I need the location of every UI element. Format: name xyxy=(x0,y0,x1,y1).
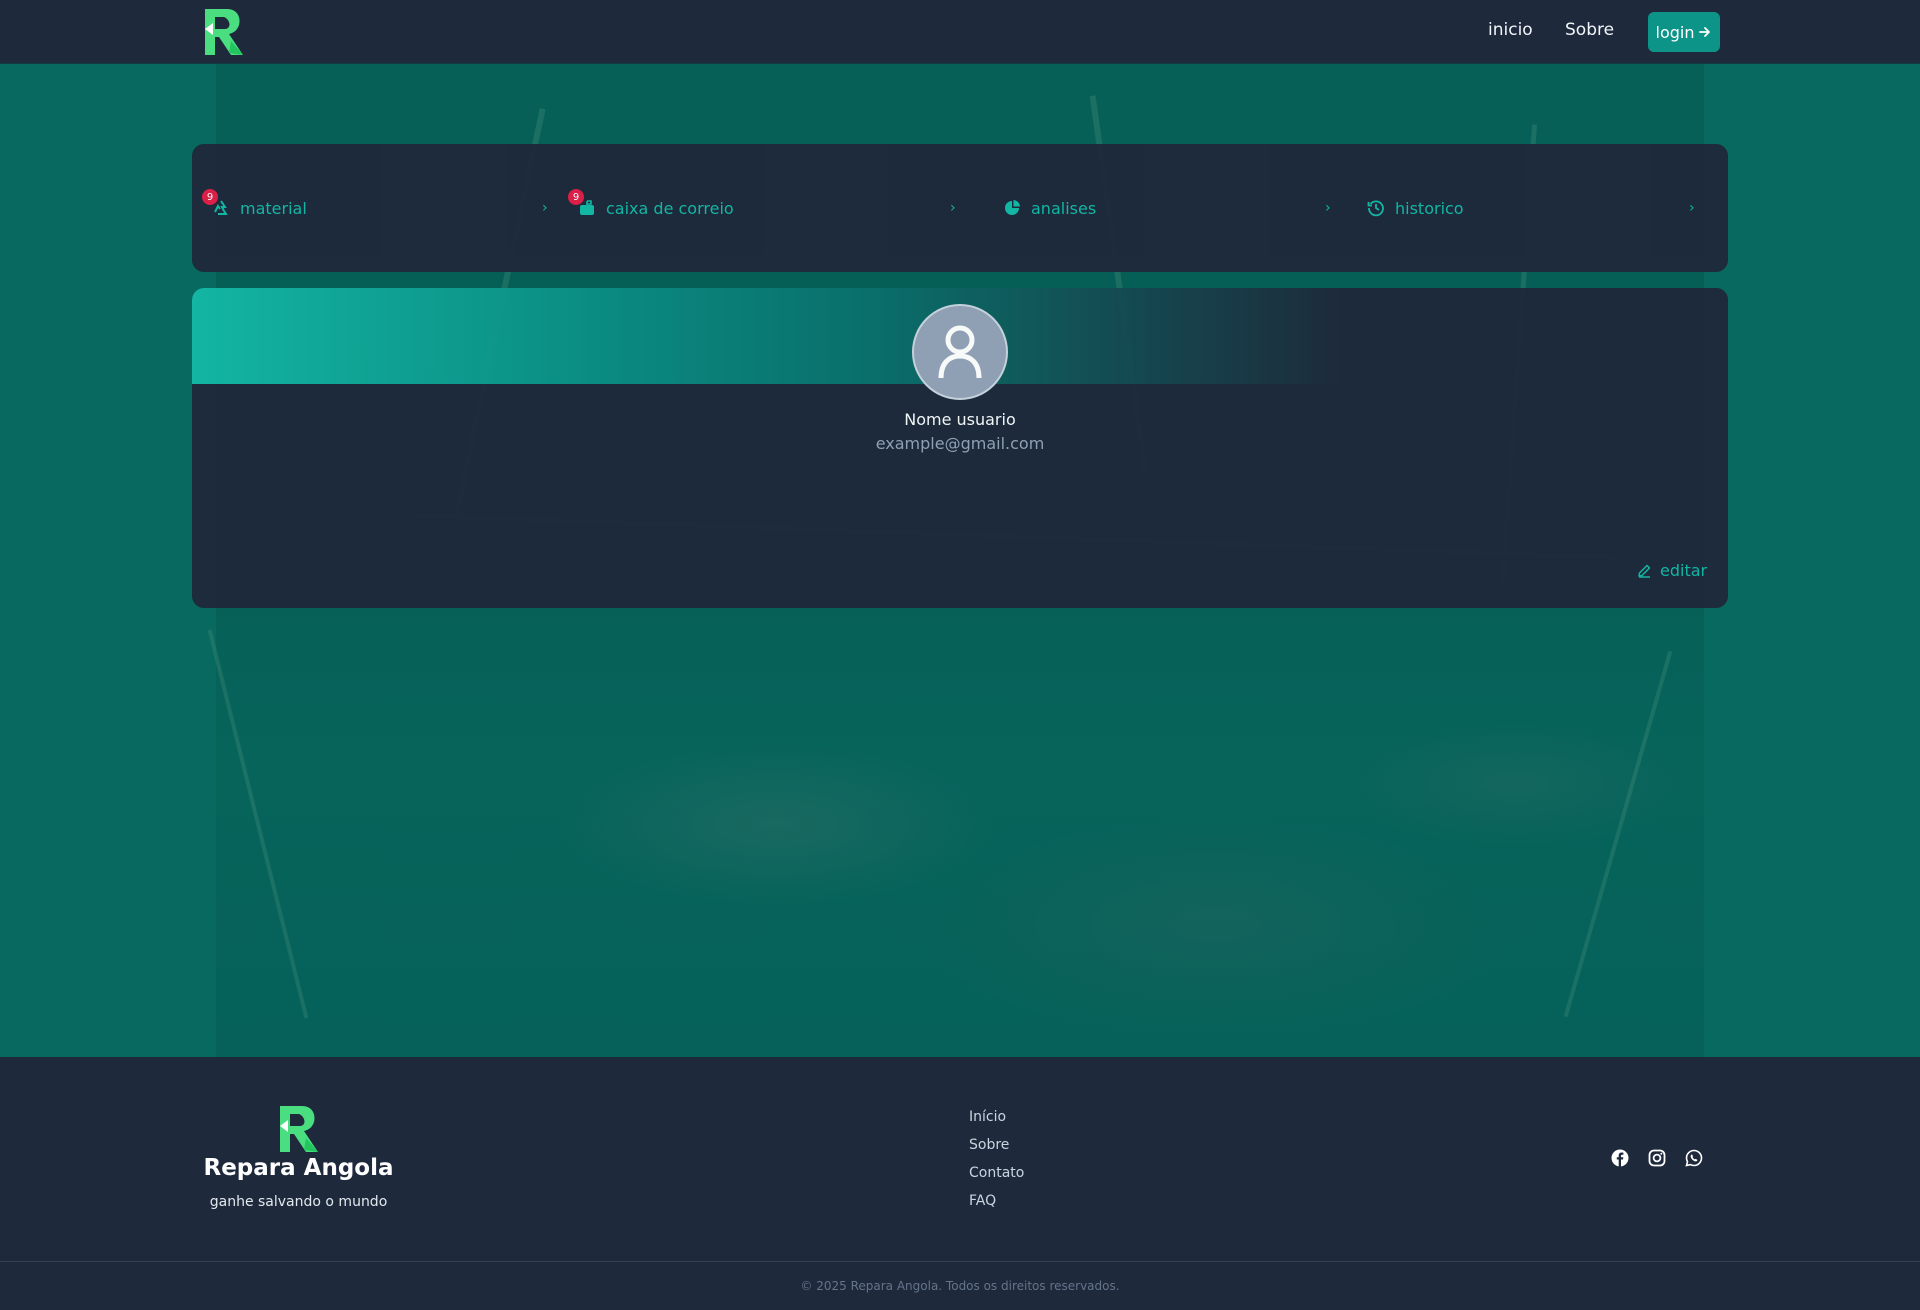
menu-item-label: caixa de correio xyxy=(606,198,734,218)
footer-link-inicio[interactable]: Início xyxy=(969,1108,1024,1136)
footer: Repara Angola ganhe salvando o mundo Iní… xyxy=(0,1057,1920,1310)
navbar: inicio Sobre login xyxy=(0,0,1920,64)
mailbox-icon: 9 xyxy=(568,189,596,217)
pie-chart-icon xyxy=(1003,199,1021,217)
arrow-right-icon xyxy=(1699,27,1711,37)
repara-logo-icon[interactable] xyxy=(203,7,245,57)
chevron-right-icon: › xyxy=(542,200,548,216)
footer-link-faq[interactable]: FAQ xyxy=(969,1192,1024,1220)
menu-item-label: material xyxy=(240,198,307,218)
brand-tagline: ganhe salvando o mundo xyxy=(209,1194,388,1210)
social-links xyxy=(1611,1149,1703,1167)
chevron-right-icon: › xyxy=(1689,200,1695,216)
recycle-icon: 9 xyxy=(202,189,230,217)
footer-links: Início Sobre Contato FAQ xyxy=(969,1108,1024,1220)
notification-badge: 9 xyxy=(202,189,218,205)
footer-link-contato[interactable]: Contato xyxy=(969,1164,1024,1192)
login-label: login xyxy=(1655,22,1695,42)
facebook-icon[interactable] xyxy=(1611,1149,1629,1167)
edit-label: editar xyxy=(1660,561,1708,580)
main-area: 9 material › 9 caixa de correio › analis… xyxy=(0,64,1920,1057)
profile-card: Nome usuario example@gmail.com editar xyxy=(192,288,1728,608)
brand-name: Repara Angola xyxy=(203,1155,394,1181)
avatar[interactable] xyxy=(912,304,1008,400)
nav-link-inicio[interactable]: inicio xyxy=(1488,20,1533,40)
login-button[interactable]: login xyxy=(1648,12,1720,52)
chevron-right-icon: › xyxy=(1325,200,1331,216)
nav-link-sobre[interactable]: Sobre xyxy=(1565,20,1614,40)
user-icon xyxy=(938,325,982,379)
notification-badge: 9 xyxy=(568,189,584,205)
menu-item-material[interactable]: 9 material › xyxy=(202,144,562,272)
repara-logo-icon[interactable] xyxy=(278,1104,320,1154)
footer-divider xyxy=(0,1261,1920,1262)
footer-link-sobre[interactable]: Sobre xyxy=(969,1136,1024,1164)
pencil-icon xyxy=(1638,564,1651,578)
whatsapp-icon[interactable] xyxy=(1685,1149,1703,1167)
chevron-right-icon: › xyxy=(950,200,956,216)
menu-item-label: historico xyxy=(1395,198,1464,218)
dashboard-menu: 9 material › 9 caixa de correio › analis… xyxy=(192,144,1728,272)
menu-item-label: analises xyxy=(1031,198,1097,218)
menu-item-historico[interactable]: historico › xyxy=(1367,144,1727,272)
menu-item-caixa-de-correio[interactable]: 9 caixa de correio › xyxy=(568,144,988,272)
user-email: example@gmail.com xyxy=(875,434,1045,453)
copyright: © 2025 Repara Angola. Todos os direitos … xyxy=(800,1279,1120,1293)
menu-item-analises[interactable]: analises › xyxy=(1003,144,1363,272)
user-name: Nome usuario xyxy=(904,410,1016,429)
history-icon xyxy=(1367,199,1385,217)
instagram-icon[interactable] xyxy=(1648,1149,1666,1167)
edit-profile-button[interactable]: editar xyxy=(1637,561,1707,580)
